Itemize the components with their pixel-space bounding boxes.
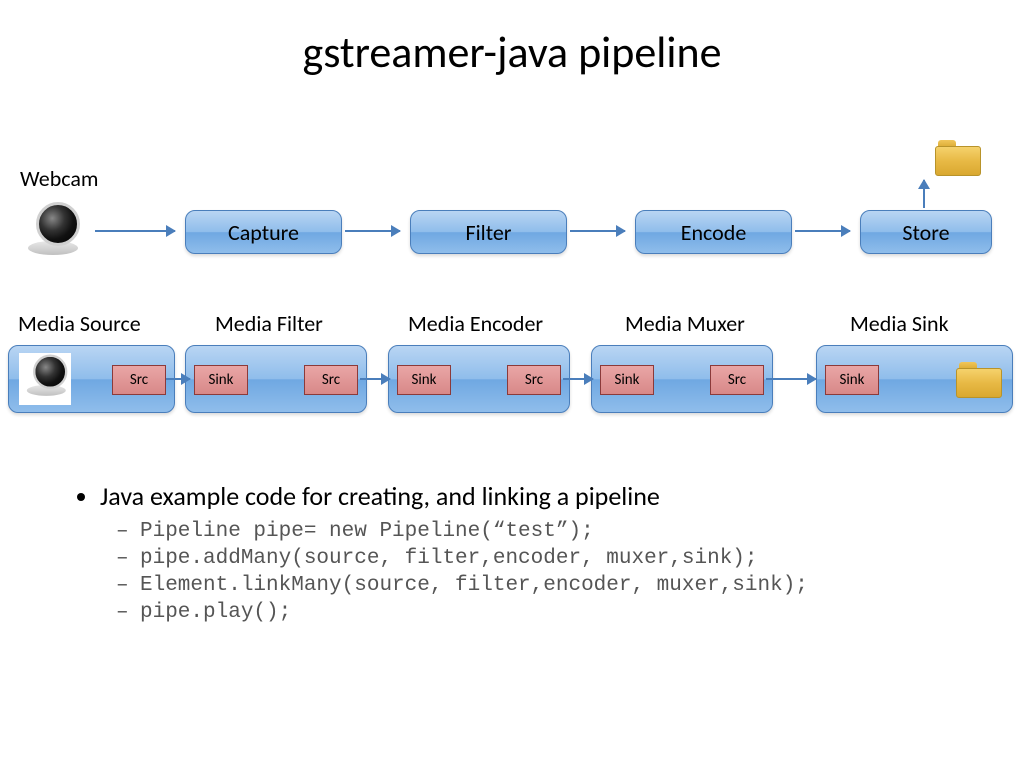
code-line-4: pipe.play(); <box>140 601 808 624</box>
folder-icon-sink <box>956 362 1000 396</box>
pad-src: Src <box>304 365 358 395</box>
stage-capture: Capture <box>185 210 342 254</box>
stage-store: Store <box>860 210 992 254</box>
media-encoder-box: Sink Src <box>388 345 570 413</box>
media-source-label: Media Source <box>18 310 141 337</box>
media-sink-box: Sink <box>816 345 1013 413</box>
code-line-1: Pipeline pipe= new Pipeline(“test”); <box>140 520 808 543</box>
pad-src: Src <box>112 365 166 395</box>
media-muxer-box: Sink Src <box>591 345 773 413</box>
media-filter-label: Media Filter <box>215 310 323 337</box>
webcam-icon <box>18 200 88 255</box>
bullet-main-text: Java example code for creating, and link… <box>100 480 660 512</box>
arrow-muxer-sink-pad <box>766 378 816 380</box>
arrow-store-folder <box>923 180 925 208</box>
arrow-filter-encoder-pad <box>360 378 390 380</box>
pad-sink: Sink <box>825 365 879 395</box>
pad-src: Src <box>710 365 764 395</box>
pad-sink: Sink <box>397 365 451 395</box>
arrow-webcam-capture <box>95 230 175 232</box>
media-source-box: Src <box>8 345 175 413</box>
code-line-2: pipe.addMany(source, filter,encoder, mux… <box>140 547 808 570</box>
arrow-encoder-muxer-pad <box>563 378 593 380</box>
pad-src: Src <box>507 365 561 395</box>
media-muxer-label: Media Muxer <box>625 310 745 337</box>
arrow-source-filter-pad <box>166 378 190 380</box>
arrow-capture-filter <box>345 230 400 232</box>
media-encoder-label: Media Encoder <box>408 310 543 337</box>
media-sink-label: Media Sink <box>850 310 949 337</box>
code-line-3: Element.linkMany(source, filter,encoder,… <box>140 574 808 597</box>
pad-sink: Sink <box>194 365 248 395</box>
media-filter-box: Sink Src <box>185 345 367 413</box>
slide-title: gstreamer-java pipeline <box>0 0 1024 99</box>
webcam-label: Webcam <box>20 165 99 192</box>
webcam-icon-small <box>19 353 74 396</box>
bullet-list: Java example code for creating, and link… <box>70 480 808 628</box>
arrow-encode-store <box>795 230 850 232</box>
stage-encode: Encode <box>635 210 792 254</box>
folder-icon-top <box>935 140 979 174</box>
arrow-filter-encode <box>570 230 625 232</box>
bullet-main: Java example code for creating, and link… <box>100 480 808 624</box>
pad-sink: Sink <box>600 365 654 395</box>
stage-filter: Filter <box>410 210 567 254</box>
